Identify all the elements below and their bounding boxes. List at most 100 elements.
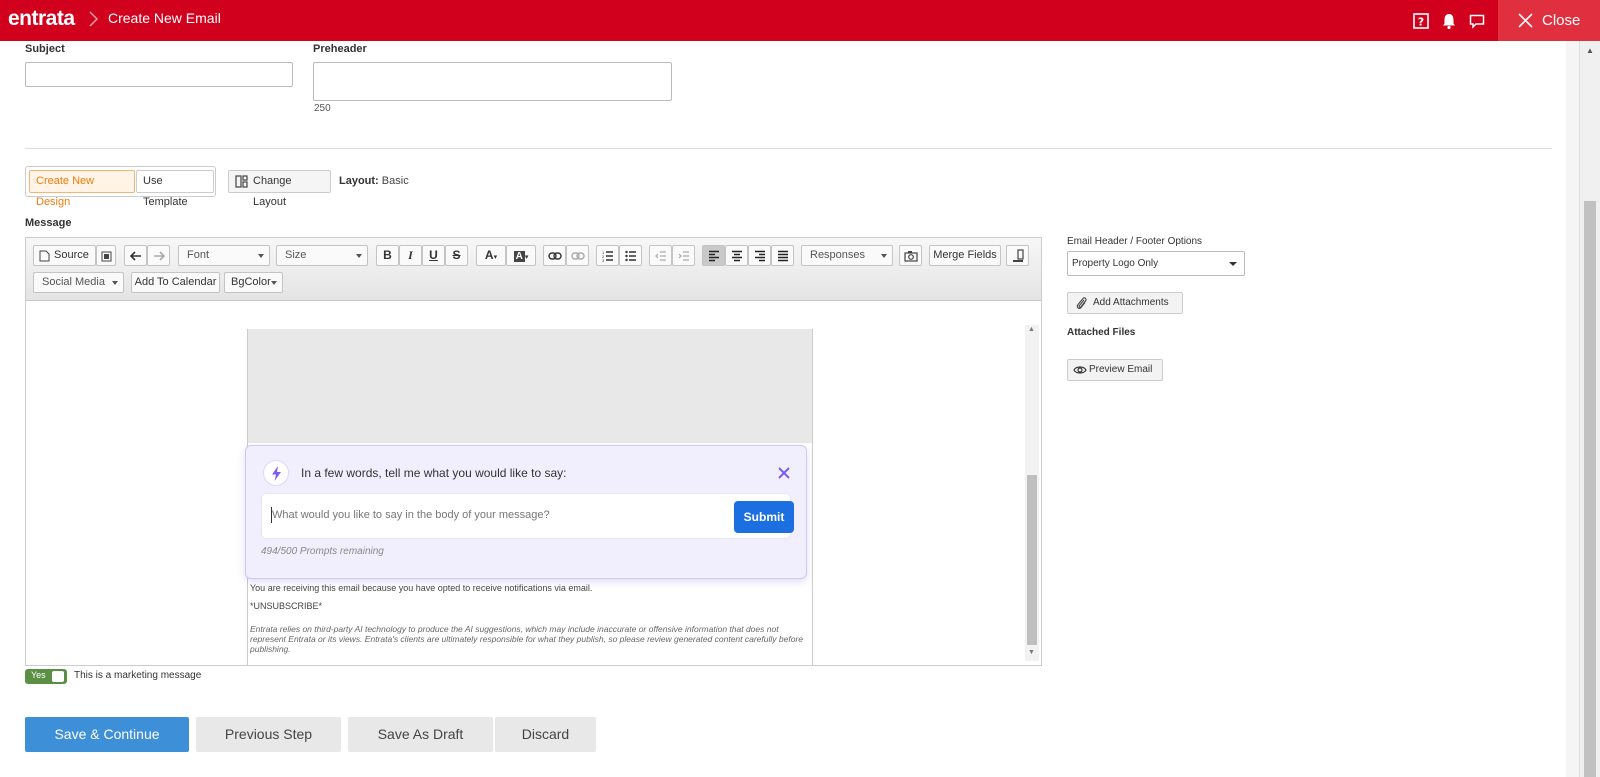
- camera-icon: [904, 251, 918, 262]
- chevron-down-icon: [356, 254, 362, 258]
- ai-message-input[interactable]: What would you like to say in the body o…: [272, 509, 550, 521]
- bulleted-list-button[interactable]: [619, 245, 642, 266]
- redo-icon: [154, 251, 165, 261]
- bgcolor-dropdown[interactable]: BgColor: [224, 272, 283, 293]
- breadcrumb-title: Create New Email: [108, 10, 221, 26]
- preheader-input[interactable]: [313, 62, 672, 101]
- header-footer-select-value: Property Logo Only: [1072, 258, 1159, 269]
- link-icon: [548, 252, 562, 260]
- eye-icon: [1073, 366, 1087, 374]
- source-icon: [39, 250, 50, 262]
- top-bar: entrata Create New Email ? Close: [0, 0, 1600, 41]
- scroll-down-icon[interactable]: ▼: [1028, 649, 1035, 656]
- add-to-calendar-button[interactable]: Add To Calendar: [131, 272, 220, 293]
- numbered-list-icon: 123: [602, 250, 613, 262]
- marketing-toggle[interactable]: Yes: [25, 669, 67, 684]
- scroll-up-icon[interactable]: ▲: [1028, 326, 1035, 333]
- merge-fields-button[interactable]: Merge Fields: [929, 245, 1001, 266]
- link-button[interactable]: [543, 245, 566, 266]
- mobile-icon: [1013, 249, 1024, 262]
- close-label: Close: [1542, 12, 1581, 29]
- align-right-button[interactable]: [748, 245, 771, 266]
- indent-button[interactable]: [672, 245, 695, 266]
- size-dropdown[interactable]: Size: [276, 245, 368, 266]
- chevron-down-icon: [881, 254, 887, 258]
- chevron-right-icon: [89, 11, 99, 27]
- bell-icon[interactable]: [1440, 12, 1458, 30]
- numbered-list-button[interactable]: 123: [596, 245, 619, 266]
- text-color-button[interactable]: A▾: [476, 245, 506, 266]
- entrata-logo[interactable]: entrata: [8, 7, 75, 31]
- page-scrollbar[interactable]: ▲: [1579, 41, 1600, 777]
- layout-label: Layout:: [339, 175, 379, 187]
- svg-text:?: ?: [1418, 16, 1424, 29]
- unlink-button[interactable]: [566, 245, 589, 266]
- save-continue-button[interactable]: Save & Continue: [25, 717, 189, 752]
- strikethrough-button[interactable]: S: [445, 245, 468, 266]
- paste-icon: [101, 251, 112, 262]
- font-dropdown-value: Font: [187, 249, 210, 261]
- align-justify-icon: [778, 250, 788, 262]
- preheader-label: Preheader: [313, 43, 367, 55]
- mobile-preview-button[interactable]: [1006, 245, 1029, 266]
- discard-button[interactable]: Discard: [495, 717, 596, 752]
- save-draft-button[interactable]: Save As Draft: [348, 717, 493, 752]
- preview-email-button[interactable]: Preview Email: [1067, 359, 1163, 381]
- unsubscribe-link[interactable]: *UNSUBSCRIBE*: [250, 601, 322, 611]
- align-justify-button[interactable]: [771, 245, 794, 266]
- editor-scrollbar[interactable]: ▲ ▼: [1025, 325, 1039, 661]
- lightning-icon: [272, 466, 281, 481]
- toggle-label: Yes: [31, 670, 46, 680]
- close-button[interactable]: Close: [1498, 0, 1600, 41]
- chat-icon[interactable]: [1468, 12, 1486, 30]
- change-layout-button[interactable]: Change Layout: [228, 170, 331, 208]
- align-left-button[interactable]: [702, 245, 725, 266]
- bold-button[interactable]: B: [376, 245, 399, 266]
- close-icon[interactable]: [778, 467, 790, 479]
- message-label: Message: [25, 217, 72, 229]
- font-dropdown[interactable]: Font: [178, 245, 270, 266]
- add-attachments-button[interactable]: Add Attachments: [1067, 292, 1183, 314]
- help-icon[interactable]: ?: [1412, 12, 1430, 30]
- undo-button[interactable]: [124, 245, 147, 266]
- image-button[interactable]: [899, 245, 922, 266]
- social-media-dropdown-value: Social Media: [42, 276, 105, 288]
- subject-input[interactable]: [25, 62, 293, 87]
- layout-icon: [235, 175, 248, 188]
- scroll-up-icon[interactable]: ▲: [1586, 46, 1594, 55]
- outdent-button[interactable]: [649, 245, 672, 266]
- source-button[interactable]: Source: [33, 245, 96, 266]
- chevron-down-icon: [112, 281, 118, 285]
- email-header-placeholder: [248, 329, 812, 443]
- undo-icon: [130, 251, 141, 261]
- ai-message-input-box[interactable]: What would you like to say in the body o…: [261, 493, 794, 539]
- paste-button[interactable]: [96, 245, 116, 266]
- page-scrollbar-thumb[interactable]: [1584, 201, 1596, 777]
- unlink-icon: [571, 252, 585, 260]
- header-footer-select[interactable]: Property Logo Only: [1067, 251, 1245, 276]
- background-color-button[interactable]: A ▾: [506, 245, 536, 266]
- previous-step-button[interactable]: Previous Step: [196, 717, 341, 752]
- responses-dropdown[interactable]: Responses: [801, 245, 893, 266]
- close-icon: [1518, 13, 1533, 28]
- outdent-icon: [655, 251, 666, 261]
- ai-bolt-badge: [263, 460, 289, 486]
- change-layout-label: Change Layout: [253, 175, 292, 208]
- editor-scrollbar-thumb[interactable]: [1027, 475, 1037, 645]
- ai-disclaimer: Entrata relies on third-party AI technol…: [250, 624, 803, 654]
- underline-button[interactable]: U: [422, 245, 445, 266]
- redo-button[interactable]: [147, 245, 170, 266]
- bgcolor-dropdown-value: BgColor: [231, 276, 271, 288]
- editor-toolbar: Source Font Size B I U S A▾ A ▾ 123 Resp…: [26, 238, 1041, 301]
- social-media-dropdown[interactable]: Social Media: [33, 272, 124, 293]
- ai-submit-button[interactable]: Submit: [734, 501, 794, 533]
- tab-use-template[interactable]: Use Template: [136, 170, 214, 208]
- footer-notice: You are receiving this email because you…: [250, 583, 593, 593]
- ai-prompt-text: In a few words, tell me what you would l…: [301, 466, 567, 480]
- align-center-button[interactable]: [725, 245, 748, 266]
- tab-create-new-design[interactable]: Create New Design: [29, 170, 135, 208]
- align-center-icon: [732, 250, 742, 262]
- italic-button[interactable]: I: [399, 245, 422, 266]
- size-dropdown-value: Size: [285, 249, 307, 261]
- marketing-message-text: This is a marketing message: [74, 670, 202, 681]
